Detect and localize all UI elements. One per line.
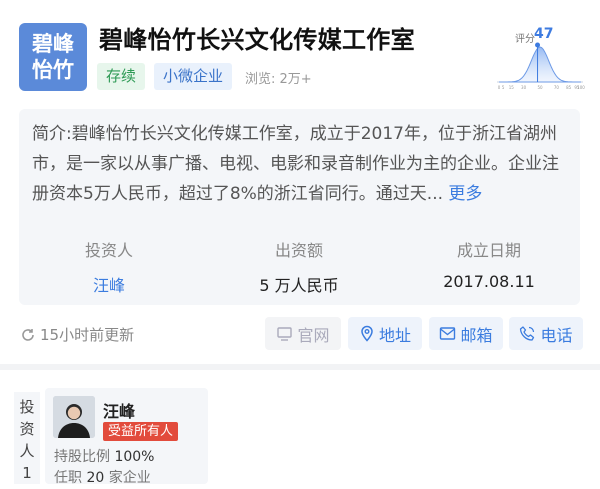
capital-value: 5 万人民币 <box>259 276 339 295</box>
score-axis-tick-label: 30 <box>521 85 527 90</box>
phone-icon <box>520 326 535 341</box>
stat-investor: 投资人 汪峰 <box>29 237 189 296</box>
share-value: 100% <box>114 449 155 465</box>
share-label: 持股比例 <box>54 449 110 465</box>
monitor-icon <box>277 327 293 341</box>
investor-name[interactable]: 汪峰 <box>103 398 135 422</box>
score-axis-tick-label: 0 <box>498 85 501 90</box>
score-axis-tick-label: 5 <box>502 85 505 90</box>
scale-tag[interactable]: 小微企业 <box>154 63 233 90</box>
person-avatar-icon <box>53 396 95 438</box>
score-axis-tick-label: 70 <box>554 85 560 90</box>
company-logo: 碧峰怡竹 <box>19 23 87 91</box>
website-label: 官网 <box>297 325 330 345</box>
positions-held: 任职 20 家企业 <box>54 467 151 487</box>
update-text: 15小时前更新 <box>40 326 135 344</box>
update-status: 15小时前更新 <box>20 324 134 345</box>
jobs-label: 任职 <box>54 470 82 486</box>
score-axis-tick-label: 100 <box>577 85 585 90</box>
established-date: 2017.08.11 <box>443 272 535 291</box>
side-label-char: 人 <box>19 442 35 460</box>
location-pin-icon <box>361 325 373 342</box>
investor-count: 1 <box>22 464 32 482</box>
intro-more-link[interactable]: 更多 <box>448 184 482 204</box>
website-button[interactable]: 官网 <box>265 317 341 350</box>
stat-label: 出资额 <box>274 241 323 260</box>
shareholding-ratio: 持股比例 100% <box>54 446 154 466</box>
score-marker-dot <box>535 42 541 48</box>
jobs-value: 20 <box>86 470 105 486</box>
address-label: 地址 <box>378 325 411 345</box>
company-name: 碧峰怡竹长兴文化传媒工作室 <box>99 26 415 54</box>
beneficial-owner-badge: 受益所有人 <box>103 422 179 441</box>
address-button[interactable]: 地址 <box>348 317 422 350</box>
investor-section-label: 投 资 人 1 <box>14 392 40 484</box>
view-count: 浏览: 2万+ <box>245 72 312 87</box>
email-label: 邮箱 <box>460 325 493 345</box>
side-label-char: 资 <box>19 420 35 438</box>
stat-label: 投资人 <box>84 241 133 260</box>
jobs-suffix: 家企业 <box>108 470 151 486</box>
score-axis-tick-label: 15 <box>509 85 515 90</box>
phone-label: 电话 <box>540 325 573 345</box>
score-bell-curve <box>499 46 581 83</box>
email-button[interactable]: 邮箱 <box>429 317 503 350</box>
score-axis-tick-label: 50 <box>537 85 543 90</box>
investor-link[interactable]: 汪峰 <box>29 272 189 296</box>
stat-capital: 出资额 5 万人民币 <box>219 237 379 296</box>
mail-icon <box>440 327 456 340</box>
company-intro: 简介:碧峰怡竹长兴文化传媒工作室，成立于2017年，位于浙江省湖州市，是一家以从… <box>32 119 572 209</box>
section-divider <box>0 364 600 370</box>
stat-label: 成立日期 <box>456 241 521 260</box>
avatar[interactable] <box>53 396 95 438</box>
side-label-char: 投 <box>19 398 35 416</box>
score-axis-tick-label: 85 <box>566 85 572 90</box>
intro-prefix: 简介: <box>32 124 72 144</box>
score-widget[interactable]: 评分 47 0 5 15 30 50 70 85 95 100 <box>495 26 585 91</box>
score-distribution-chart: 0 5 15 30 50 70 85 95100 <box>497 42 585 90</box>
stat-established: 成立日期 2017.08.11 <box>409 237 569 291</box>
status-tag: 存续 <box>97 63 146 90</box>
refresh-icon <box>22 328 34 341</box>
phone-button[interactable]: 电话 <box>509 317 583 350</box>
